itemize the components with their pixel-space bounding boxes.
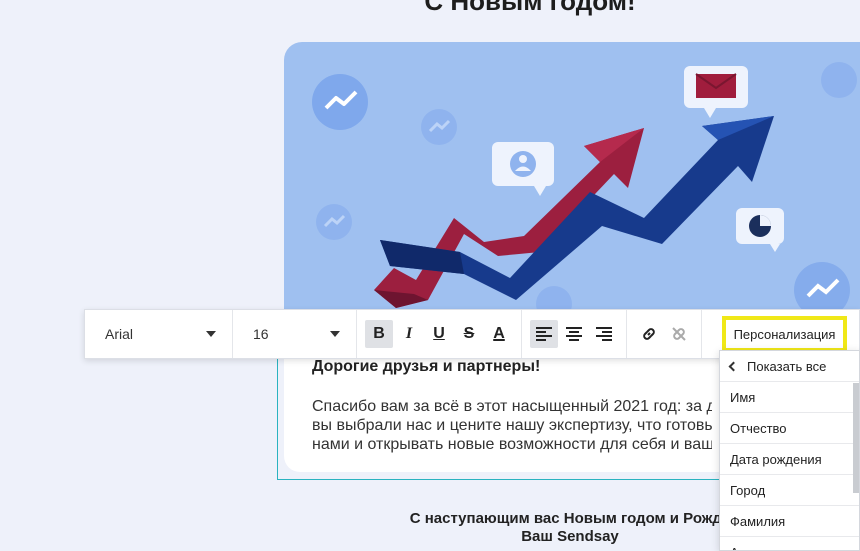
chevron-down-icon — [330, 331, 340, 337]
show-all-label: Показать все — [747, 358, 827, 374]
personalization-button[interactable]: Персонализация — [722, 316, 847, 352]
dropdown-item-city[interactable]: Город — [720, 475, 859, 506]
dropdown-scrollbar[interactable] — [853, 383, 859, 493]
remove-link-button[interactable] — [665, 320, 693, 348]
font-size-select[interactable]: 16 — [233, 310, 357, 358]
italic-button[interactable]: I — [395, 320, 423, 348]
font-family-value: Arial — [105, 326, 134, 342]
align-left-button[interactable] — [530, 320, 558, 348]
dropdown-item-last-name[interactable]: Фамилия — [720, 506, 859, 537]
align-left-icon — [536, 327, 552, 341]
dropdown-item-first-name[interactable]: Имя — [720, 382, 859, 413]
email-greeting[interactable]: Дорогие друзья и партнеры! — [312, 358, 540, 376]
align-right-button[interactable] — [590, 320, 618, 348]
body-line: Спасибо вам за всё в этот насыщенный 202… — [312, 398, 712, 415]
email-banner-image — [284, 42, 860, 342]
underline-button[interactable]: U — [425, 320, 453, 348]
font-size-value: 16 — [253, 326, 269, 342]
bold-button[interactable]: B — [365, 320, 393, 348]
link-group — [627, 310, 702, 358]
body-line: вы выбрали нас и цените нашу экспертизу,… — [312, 417, 712, 434]
text-style-group: B I U S A — [357, 310, 522, 358]
growth-arrows-illustration — [312, 62, 857, 322]
text-color-button[interactable]: A — [485, 320, 513, 348]
insert-link-button[interactable] — [635, 320, 663, 348]
alignment-group — [522, 310, 627, 358]
chevron-down-icon — [206, 331, 216, 337]
unlink-icon — [672, 327, 686, 341]
email-title: С Новым годом! — [424, 0, 636, 16]
link-icon — [643, 328, 655, 340]
body-line: нами и открывать новые возможности для с… — [312, 436, 712, 453]
dropdown-item-patronymic[interactable]: Отчество — [720, 413, 859, 444]
align-center-icon — [566, 327, 582, 341]
dropdown-item-birth-date[interactable]: Дата рождения — [720, 444, 859, 475]
dropdown-item-address[interactable]: Адрес — [720, 537, 859, 551]
email-body-text[interactable]: Спасибо вам за всё в этот насыщенный 202… — [312, 397, 712, 454]
align-center-button[interactable] — [560, 320, 588, 348]
show-all-back-item[interactable]: Показать все — [720, 351, 859, 382]
chevron-left-icon — [728, 361, 739, 371]
strikethrough-button[interactable]: S — [455, 320, 483, 348]
font-family-select[interactable]: Arial — [85, 310, 233, 358]
personalization-dropdown: Показать все Имя Отчество Дата рождения … — [719, 350, 860, 551]
align-right-icon — [596, 327, 612, 341]
